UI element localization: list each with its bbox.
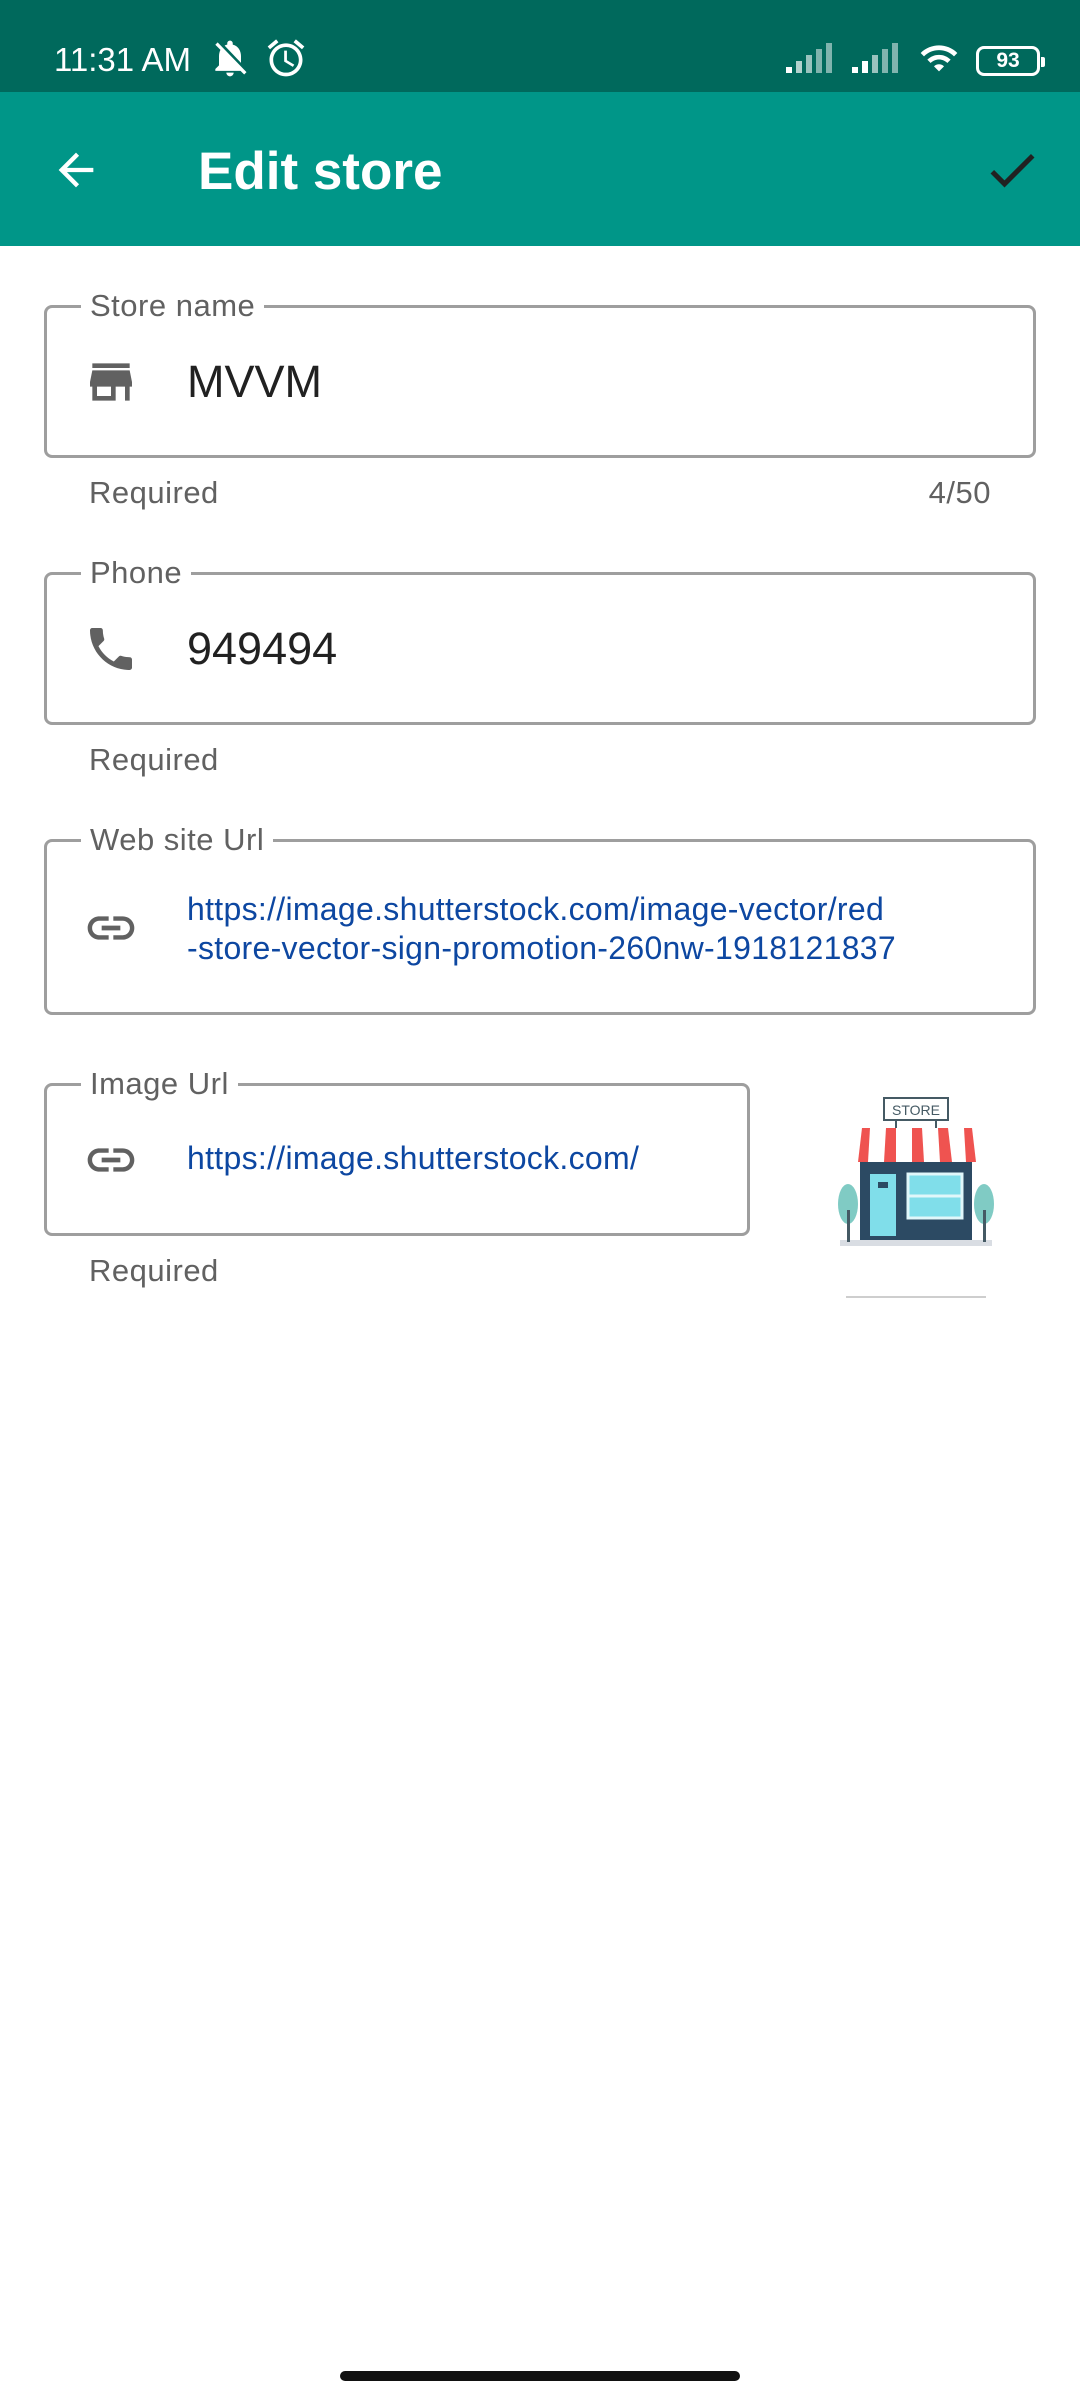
check-icon — [982, 140, 1042, 205]
signal-icon — [850, 41, 902, 80]
website-url-input[interactable]: https://image.shutterstock.com/image-vec… — [187, 890, 896, 968]
website-url-field[interactable]: Web site Url https://image.shutterstock.… — [44, 821, 1036, 1015]
store-icon — [83, 354, 139, 410]
alarm-icon — [264, 36, 308, 85]
phone-icon — [83, 621, 139, 677]
notifications-off-icon — [208, 36, 252, 85]
store-name-label: Store name — [81, 287, 265, 325]
phone-field[interactable]: Phone 949494 — [44, 554, 1036, 725]
battery-icon: 93 — [976, 45, 1045, 76]
status-bar: 11:31 AM 93 — [0, 0, 1080, 92]
save-button[interactable] — [972, 132, 1052, 212]
website-url-line-1: https://image.shutterstock.com/image-vec… — [187, 891, 885, 927]
battery-level: 93 — [996, 48, 1020, 72]
phone-input[interactable]: 949494 — [187, 623, 337, 675]
page-title: Edit store — [198, 142, 443, 201]
store-name-counter: 4/50 — [928, 475, 991, 510]
website-url-line-2: -store-vector-sign-promotion-260nw-19181… — [187, 930, 896, 966]
status-left-icons — [208, 36, 308, 85]
store-name-helper: Required — [89, 475, 219, 510]
signal-icon — [784, 41, 836, 80]
store-name-field[interactable]: Store name MVVM — [44, 287, 1036, 458]
store-name-input[interactable]: MVVM — [187, 356, 322, 408]
home-indicator[interactable] — [340, 2371, 740, 2381]
image-url-label: Image Url — [81, 1065, 238, 1103]
arrow-back-icon — [50, 144, 102, 201]
website-url-label: Web site Url — [81, 821, 274, 859]
wifi-icon — [916, 38, 962, 83]
link-icon — [83, 1132, 139, 1188]
image-url-field[interactable]: Image Url https://image.shutterstock.com… — [44, 1065, 750, 1236]
store-sign-text: STORE — [892, 1102, 940, 1118]
status-right-icons: 93 — [784, 38, 1045, 83]
app-bar: Edit store — [0, 92, 1080, 246]
image-url-helper: Required — [89, 1253, 219, 1288]
image-url-input[interactable]: https://image.shutterstock.com/ — [187, 1138, 639, 1178]
back-button[interactable] — [36, 132, 116, 212]
status-time: 11:31 AM — [54, 41, 191, 78]
link-icon — [83, 900, 139, 956]
phone-helper: Required — [89, 742, 219, 777]
phone-label: Phone — [81, 554, 192, 592]
store-image-preview: STORE — [826, 1090, 1006, 1302]
